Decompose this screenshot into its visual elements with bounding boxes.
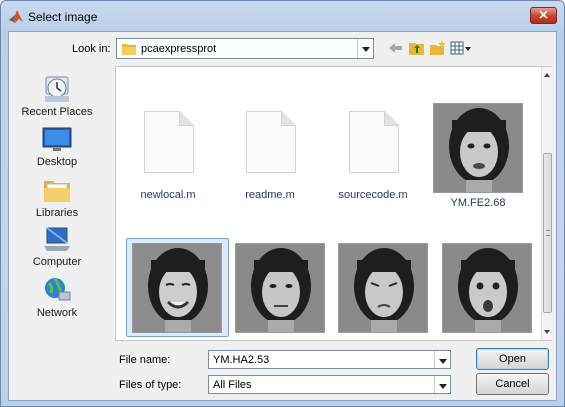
desktop-icon: [42, 127, 72, 151]
face-thumbnail-image[interactable]: [235, 243, 325, 333]
file-item[interactable]: sourcecode.m: [323, 107, 423, 227]
file-name-dropdown-button[interactable]: [434, 351, 450, 368]
title-bar[interactable]: Select image ✕: [1, 1, 564, 31]
file-item[interactable]: newlocal.m: [118, 107, 218, 227]
file-type-label: Files of type:: [119, 379, 182, 391]
look-in-combo[interactable]: pcaexpressprot: [116, 38, 374, 59]
place-label: Desktop: [36, 156, 78, 168]
place-label: Libraries: [35, 207, 79, 219]
recent-places-icon: [45, 76, 69, 102]
matlab-icon: [9, 10, 23, 23]
open-button[interactable]: Open: [476, 348, 549, 370]
face-thumbnail-image[interactable]: [442, 243, 532, 333]
computer-icon: [44, 227, 70, 251]
view-menu-icon[interactable]: [450, 40, 472, 56]
look-in-label: Look in:: [72, 43, 111, 55]
cancel-button[interactable]: Cancel: [476, 373, 549, 395]
file-item[interactable]: YM.FE2.68: [428, 103, 528, 227]
scroll-down-arrow-icon[interactable]: [544, 330, 550, 334]
face-image: [133, 244, 221, 332]
network-icon: [45, 278, 71, 301]
file-name-value: YM.HA2.53: [213, 354, 270, 366]
up-folder-icon[interactable]: [408, 40, 426, 56]
file-name-label: File name:: [119, 354, 171, 366]
look-in-value: pcaexpressprot: [141, 43, 217, 55]
file-name: readme.m: [245, 189, 295, 201]
place-network[interactable]: Network: [9, 275, 105, 319]
new-folder-icon[interactable]: [429, 40, 447, 56]
folder-icon: [122, 44, 136, 55]
select-image-dialog: Select image ✕ Look in: pcaexpressprot R…: [0, 0, 565, 407]
window-title: Select image: [28, 10, 98, 24]
scroll-up-arrow-icon[interactable]: [544, 73, 550, 77]
face-thumbnail-image[interactable]: [338, 243, 428, 333]
place-desktop[interactable]: Desktop: [9, 124, 105, 168]
face-image: [443, 244, 531, 332]
file-type-dropdown-button[interactable]: [434, 376, 450, 393]
scrollbar-thumb[interactable]: [543, 153, 552, 313]
face-thumbnail-image[interactable]: [132, 243, 222, 333]
file-name: YM.FE2.68: [450, 197, 506, 209]
document-icon: [144, 111, 194, 173]
grip-icon: [546, 230, 550, 236]
place-computer[interactable]: Computer: [9, 224, 105, 268]
file-item[interactable]: readme.m: [220, 107, 320, 227]
back-arrow-icon[interactable]: [387, 40, 405, 56]
file-name-input[interactable]: YM.HA2.53: [208, 350, 451, 369]
file-type-select[interactable]: All Files: [208, 375, 451, 394]
place-libraries[interactable]: Libraries: [9, 175, 105, 219]
face-image: [339, 244, 427, 332]
face-image: [434, 104, 522, 192]
libraries-icon: [44, 181, 70, 202]
file-type-value: All Files: [213, 379, 252, 391]
file-list-view[interactable]: newlocal.m readme.m sourcecode.m YM.FE2.…: [115, 66, 552, 341]
close-button[interactable]: ✕: [530, 7, 557, 24]
place-label: Recent Places: [21, 106, 93, 118]
vertical-scrollbar[interactable]: [541, 67, 552, 340]
place-recent-places[interactable]: Recent Places: [9, 74, 105, 118]
dialog-body: Look in: pcaexpressprot Recent Places De…: [8, 31, 557, 401]
place-label: Network: [36, 307, 78, 319]
document-icon: [349, 111, 399, 173]
look-in-dropdown-button[interactable]: [357, 39, 373, 58]
face-thumbnail-image: [433, 103, 523, 193]
file-name: newlocal.m: [140, 189, 196, 201]
file-name: sourcecode.m: [338, 189, 408, 201]
place-label: Computer: [32, 256, 82, 268]
face-image: [236, 244, 324, 332]
document-icon: [246, 111, 296, 173]
